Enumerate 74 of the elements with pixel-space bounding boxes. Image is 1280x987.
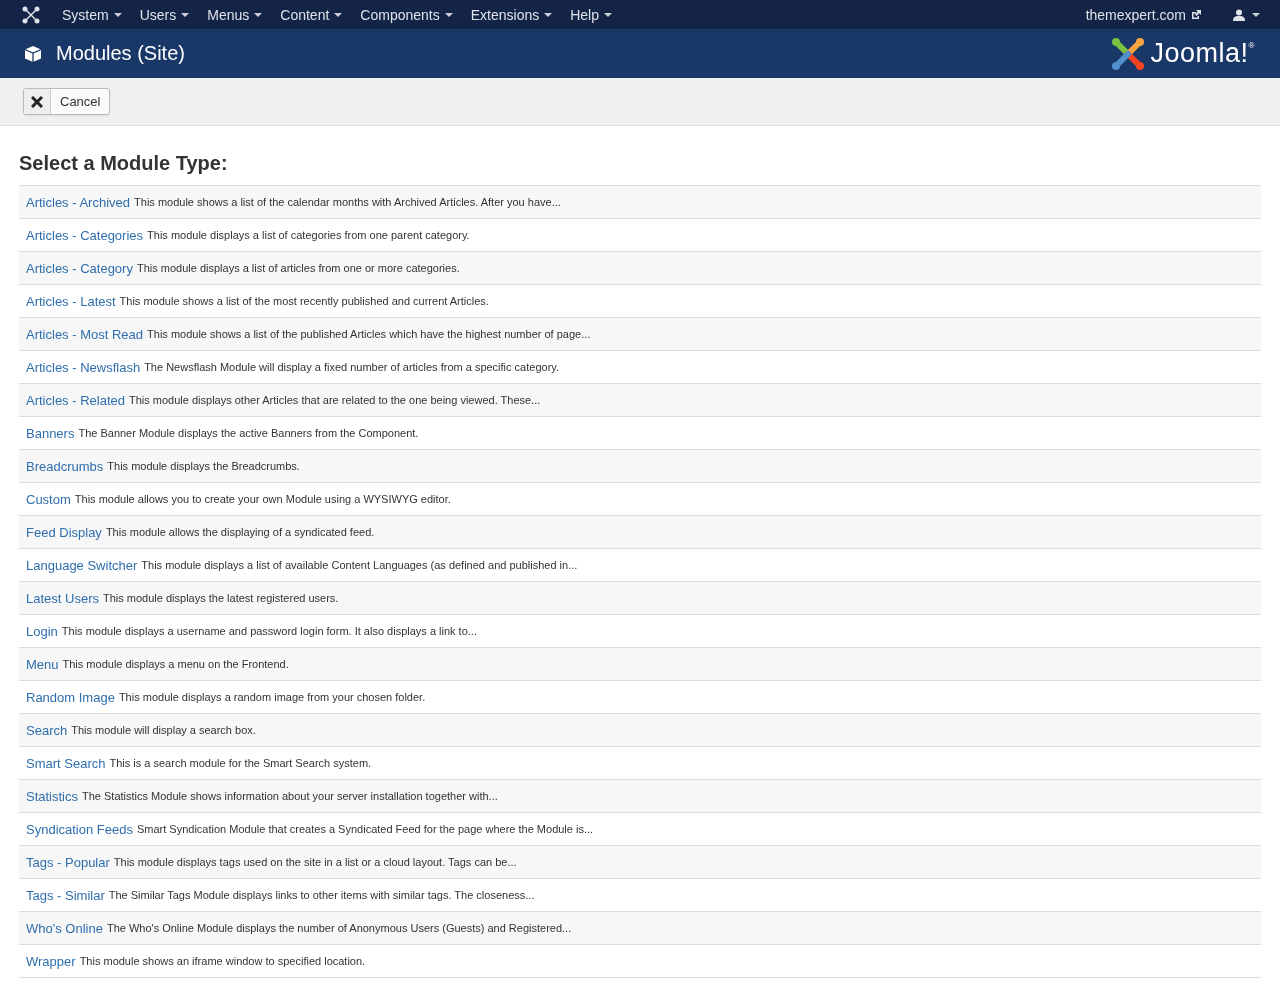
- module-description: This module shows a list of the calendar months with Archived Articles. After you have...: [134, 196, 561, 208]
- module-link[interactable]: Tags - Similar: [26, 887, 105, 903]
- module-description: This module shows a list of the published Articles which have the highest number of page...: [147, 328, 591, 340]
- caret-icon: [181, 12, 190, 17]
- module-link[interactable]: Random Image: [26, 689, 115, 705]
- module-link[interactable]: Menu: [26, 656, 59, 672]
- module-link[interactable]: Articles - Most Read: [26, 326, 144, 342]
- module-description: This module displays tags used on the site in a list or a cloud layout. Tags can be...: [113, 856, 517, 868]
- cube-icon: [24, 44, 42, 63]
- section-heading: Select a Module Type:: [19, 152, 229, 175]
- module-description: This module displays a list of available Content Languages (as defined and published in...: [141, 559, 578, 571]
- module-link[interactable]: Statistics: [26, 788, 78, 804]
- module-description: This module displays a menu on the Frontend.: [62, 658, 289, 670]
- caret-icon: [334, 12, 343, 17]
- module-link[interactable]: Breadcrumbs: [26, 458, 104, 474]
- menu-item[interactable]: Content: [280, 6, 343, 23]
- module-description: This module allows you to create your own Module using a WYSIWYG editor.: [74, 493, 451, 505]
- module-description: This module shows an iframe window to specified location.: [79, 955, 366, 967]
- module-link[interactable]: Articles - Categories: [26, 227, 144, 243]
- module-description: The Similar Tags Module displays links to other items with similar tags. The closeness...: [108, 889, 535, 901]
- site-link[interactable]: themexpert.com: [1085, 6, 1201, 23]
- module-description: This module shows a list of the most recently published and current Articles.: [119, 295, 489, 307]
- module-description: This module displays a username and password login form. It also displays a link to...: [61, 625, 477, 637]
- logo-icon[interactable]: [22, 5, 40, 24]
- module-description: This is a search module for the Smart Search system.: [109, 757, 372, 769]
- logo-text: Joomla!$^{®}$: [1150, 38, 1255, 69]
- cancel-button[interactable]: Cancel: [23, 88, 111, 115]
- module-description: Smart Syndication Module that creates a Syndicated Feed for the page where the Module is...: [136, 823, 594, 835]
- logo-icon: [1110, 36, 1145, 71]
- module-link[interactable]: Feed Display: [26, 524, 102, 540]
- caret-icon: [113, 12, 122, 17]
- module-description: The Banner Module displays the active Banners from the Component.: [78, 427, 419, 439]
- module-link[interactable]: Smart Search: [26, 755, 106, 771]
- module-link[interactable]: Articles - Related: [26, 392, 125, 408]
- module-description: This module displays other Articles that are related to the one being viewed. These...: [129, 394, 541, 406]
- module-link[interactable]: Custom: [26, 491, 71, 507]
- module-link[interactable]: Latest Users: [26, 590, 99, 606]
- module-link[interactable]: Login: [26, 623, 58, 639]
- menu-item[interactable]: Extensions: [470, 6, 553, 23]
- module-link[interactable]: Who's Online: [26, 920, 103, 936]
- module-link[interactable]: Tags - Popular: [26, 854, 110, 870]
- page-title: Modules (Site): [56, 42, 185, 65]
- caret-icon: [604, 12, 612, 17]
- module-link[interactable]: Search: [26, 722, 68, 738]
- module-description: The Statistics Module shows information about your server installation together with...: [82, 790, 498, 802]
- menu-item[interactable]: System: [62, 6, 122, 23]
- module-link[interactable]: Banners: [26, 425, 75, 441]
- user-icon: [1233, 8, 1245, 21]
- module-description: This module displays the Breadcrumbs.: [107, 460, 300, 472]
- module-description: This module will display a search box.: [71, 724, 256, 736]
- caret-icon: [544, 12, 553, 17]
- module-link[interactable]: Language Switcher: [26, 557, 138, 573]
- menu-item[interactable]: Help: [570, 6, 612, 23]
- module-link[interactable]: Articles - Archived: [26, 194, 131, 210]
- module-description: The Newsflash Module will display a fixed number of articles from a specific category.: [144, 361, 560, 373]
- close-icon: [31, 95, 43, 108]
- module-description: This module displays a list of categories from one parent category.: [147, 229, 470, 241]
- module-link[interactable]: Articles - Latest: [26, 293, 116, 309]
- menu-item[interactable]: Users: [139, 6, 190, 23]
- module-description: The Who's Online Module displays the number of Anonymous Users (Guests) and Registered...: [106, 922, 572, 934]
- module-link[interactable]: Wrapper: [26, 953, 76, 969]
- external-link-icon: [1191, 9, 1201, 20]
- module-description: This module displays a list of articles from one or more categories.: [136, 262, 460, 274]
- menu-item[interactable]: Components: [360, 6, 453, 23]
- module-description: This module displays a random image from your chosen folder.: [118, 691, 426, 703]
- caret-icon: [254, 12, 263, 17]
- menu-item[interactable]: Menus: [207, 6, 263, 23]
- module-description: This module displays the latest registered users.: [103, 592, 339, 604]
- caret-icon: [1252, 12, 1260, 17]
- module-link[interactable]: Syndication Feeds: [26, 821, 133, 837]
- module-description: This module allows the displaying of a syndicated feed.: [105, 526, 375, 538]
- caret-icon: [444, 12, 453, 17]
- module-link[interactable]: Articles - Newsflash: [26, 359, 141, 375]
- module-link[interactable]: Articles - Category: [26, 260, 133, 276]
